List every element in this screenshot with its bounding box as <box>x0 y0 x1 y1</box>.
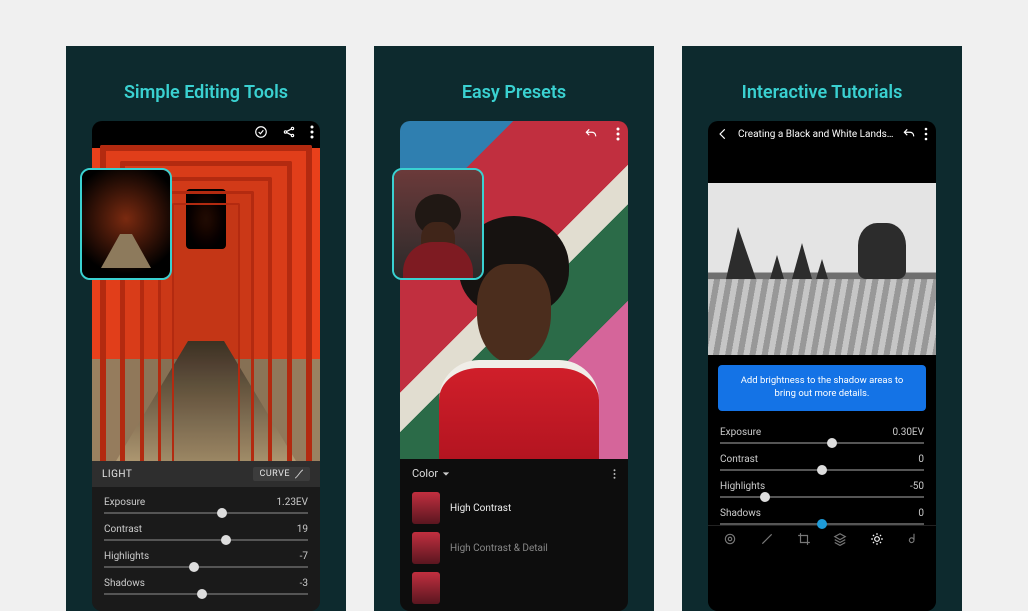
more-icon[interactable] <box>924 127 928 141</box>
phone-tutorials: Creating a Black and White Landsc… Add b… <box>708 121 936 611</box>
thumbnail-image <box>394 170 482 278</box>
curve-button[interactable]: CURVE <box>253 467 310 481</box>
light-icon[interactable] <box>870 532 884 546</box>
preset-thumb <box>412 572 440 604</box>
slider-label: Exposure <box>104 497 145 508</box>
tutorial-tip-banner: Add brightness to the shadow areas to br… <box>718 365 926 411</box>
slider-exposure[interactable]: Exposure 0.30EV <box>708 427 936 444</box>
preset-panel: Color High Contrast High Contrast & Deta… <box>400 459 628 611</box>
slider-shadows[interactable]: Shadows -3 <box>92 578 320 595</box>
tool-row <box>708 525 936 552</box>
slider-value: 19 <box>297 524 308 535</box>
preset-thumb <box>412 492 440 524</box>
undo-icon[interactable] <box>584 127 598 141</box>
light-panel: LIGHT CURVE Exposure 1.23EV Contrast 19 <box>92 461 320 611</box>
panel-interactive-tutorials: Interactive Tutorials Creating a Black a… <box>682 46 962 611</box>
before-preview-thumbnail[interactable] <box>80 168 172 280</box>
slider-shadows[interactable]: Shadows 0 <box>708 508 936 525</box>
approve-icon[interactable] <box>254 125 268 139</box>
slider-value: 0.30EV <box>892 427 924 438</box>
crop-icon[interactable] <box>797 532 811 546</box>
panel-editing-tools: Simple Editing Tools <box>66 46 346 611</box>
slider-label: Contrast <box>720 454 758 465</box>
share-icon[interactable] <box>282 125 296 139</box>
editing-topbar <box>254 125 314 139</box>
temperature-icon[interactable] <box>907 532 921 546</box>
slider-highlights[interactable]: Highlights -50 <box>708 481 936 498</box>
slider-label: Highlights <box>104 551 149 562</box>
back-icon[interactable] <box>716 127 730 141</box>
slider-value: -7 <box>300 551 308 562</box>
slider-value: 1.23EV <box>276 497 308 508</box>
preset-name: High Contrast & Detail <box>450 543 548 554</box>
preset-name: High Contrast <box>450 503 511 514</box>
panel-title-tutorials: Interactive Tutorials <box>742 82 903 103</box>
light-panel: Exposure 0.30EV Contrast 0 Highlights -5… <box>708 411 936 611</box>
slider-highlights[interactable]: Highlights -7 <box>92 551 320 568</box>
slider-label: Contrast <box>104 524 142 535</box>
thumbnail-image <box>82 170 170 278</box>
tutorial-header: Creating a Black and White Landsc… <box>708 121 936 147</box>
slider-value: 0 <box>918 454 924 465</box>
slider-exposure[interactable]: Exposure 1.23EV <box>92 497 320 514</box>
slider-value: -3 <box>300 578 308 589</box>
undo-icon[interactable] <box>902 127 916 141</box>
panel-title-presets: Easy Presets <box>462 82 566 103</box>
tutorial-title: Creating a Black and White Landsc… <box>738 129 894 140</box>
light-section-label: LIGHT <box>102 469 132 480</box>
main-photo-landscape[interactable] <box>708 183 936 355</box>
slider-contrast[interactable]: Contrast 0 <box>708 454 936 471</box>
slider-value: 0 <box>918 508 924 519</box>
adjust-icon[interactable] <box>723 532 737 546</box>
slider-label: Highlights <box>720 481 765 492</box>
preset-item[interactable]: High Contrast & Detail <box>400 528 628 568</box>
layers-icon[interactable] <box>833 532 847 546</box>
slider-contrast[interactable]: Contrast 19 <box>92 524 320 541</box>
slider-value: -50 <box>910 481 924 492</box>
more-icon[interactable] <box>616 127 620 141</box>
panel-easy-presets: Easy Presets Color <box>374 46 654 611</box>
preset-item[interactable] <box>400 568 628 608</box>
panel-title-editing: Simple Editing Tools <box>124 82 288 103</box>
slider-label: Exposure <box>720 427 761 438</box>
slider-label: Shadows <box>104 578 145 589</box>
before-preview-thumbnail[interactable] <box>392 168 484 280</box>
preset-category-dropdown[interactable]: Color <box>412 467 450 480</box>
more-icon[interactable] <box>310 125 314 139</box>
preset-item[interactable]: High Contrast <box>400 488 628 528</box>
heal-icon[interactable] <box>760 532 774 546</box>
preset-thumb <box>412 532 440 564</box>
slider-label: Shadows <box>720 508 761 519</box>
more-icon[interactable] <box>613 468 616 480</box>
